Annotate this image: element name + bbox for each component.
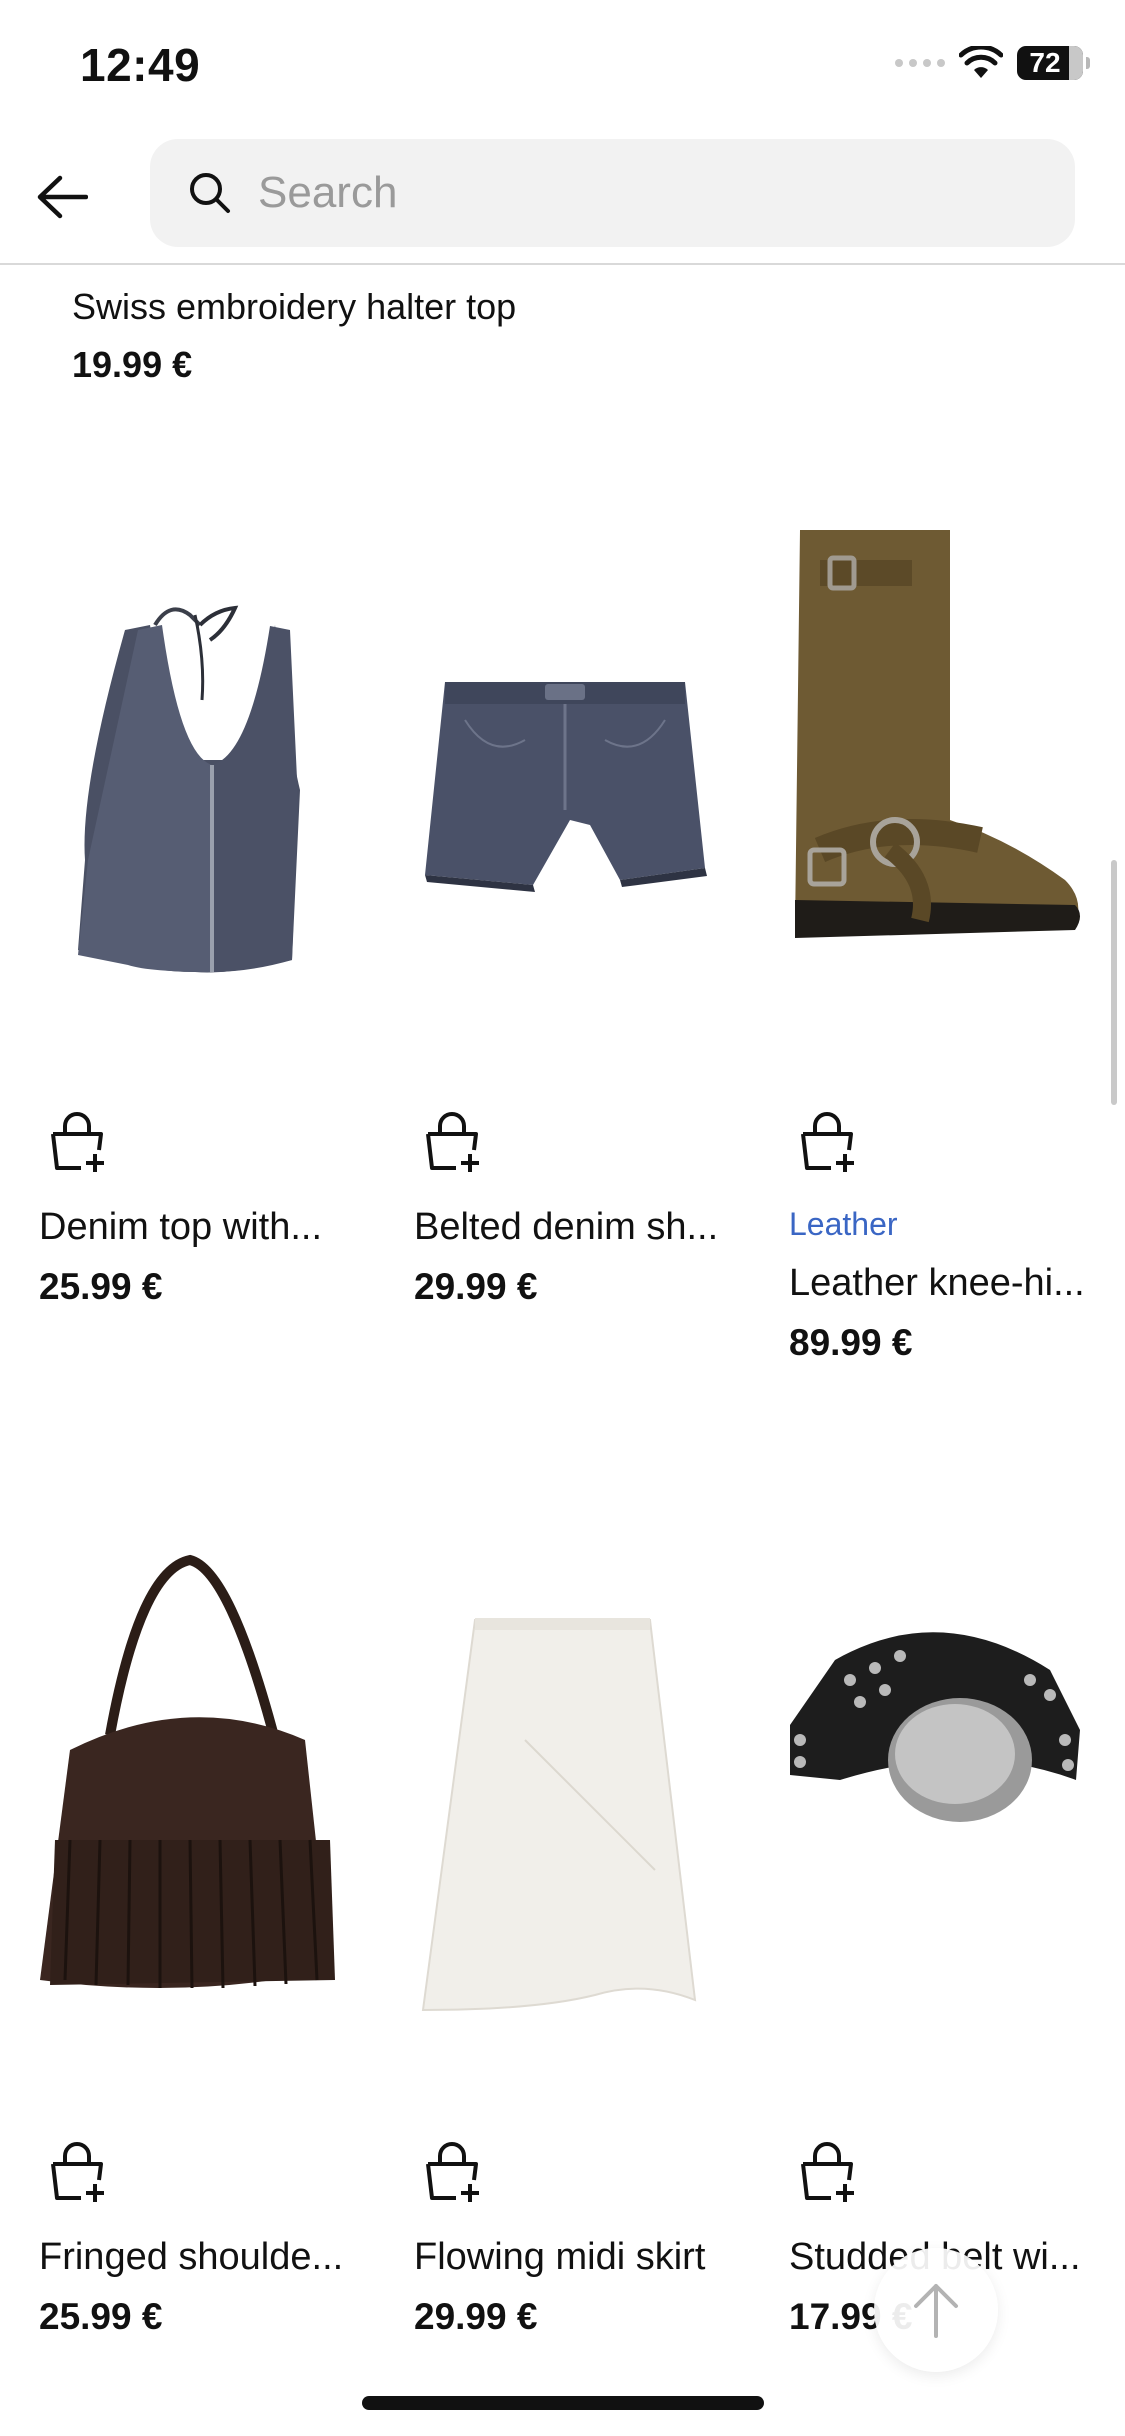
- arrow-left-icon: [37, 175, 88, 219]
- product-card[interactable]: Flowing midi skirt 29.99 €: [405, 1540, 765, 2340]
- add-to-bag-button[interactable]: [420, 2140, 484, 2204]
- product-image-fringed-bag[interactable]: [30, 1540, 390, 2060]
- product-price: 25.99 €: [39, 2296, 163, 2337]
- product-tag: Leather: [789, 1206, 898, 1242]
- wifi-icon: [959, 46, 1003, 78]
- add-to-bag-button[interactable]: [45, 1110, 109, 1174]
- product-name[interactable]: Swiss embroidery halter top: [72, 286, 516, 328]
- product-card[interactable]: Leather Leather knee-hi... 89.99 €: [780, 520, 1125, 1370]
- add-to-bag-button[interactable]: [45, 2140, 109, 2204]
- product-name[interactable]: Belted denim sh...: [414, 1206, 718, 1249]
- back-button[interactable]: [32, 167, 92, 227]
- product-image-denim-shorts[interactable]: [405, 520, 765, 1040]
- search-input[interactable]: [258, 168, 1038, 218]
- arrow-up-icon: [914, 2284, 958, 2338]
- product-card[interactable]: Fringed shoulde... 25.99 €: [30, 1540, 390, 2340]
- product-card[interactable]: Studded belt wi... 17.99 €: [780, 1540, 1125, 2340]
- product-image-studded-belt[interactable]: [780, 1540, 1125, 2060]
- bag-plus-icon: [801, 2142, 854, 2202]
- back-to-top-button[interactable]: [874, 2248, 998, 2372]
- scroll-indicator[interactable]: [1111, 860, 1117, 1105]
- product-name[interactable]: Leather knee-hi...: [789, 1262, 1085, 1305]
- home-indicator[interactable]: [362, 2396, 764, 2410]
- search-header: [0, 135, 1125, 265]
- product-price: 29.99 €: [414, 1266, 538, 1307]
- search-icon: [186, 169, 234, 217]
- product-image-denim-top[interactable]: [30, 520, 390, 1040]
- status-time: 12:49: [80, 39, 201, 91]
- product-price: 89.99 €: [789, 1322, 913, 1363]
- product-image-leather-boot[interactable]: [780, 520, 1125, 1040]
- product-name[interactable]: Denim top with...: [39, 1206, 322, 1249]
- product-card[interactable]: Belted denim sh... 29.99 €: [405, 520, 765, 1320]
- product-price: 19.99 €: [72, 344, 193, 385]
- battery-level: 72: [1029, 47, 1061, 78]
- bag-plus-icon: [426, 1112, 479, 1172]
- bag-plus-icon: [51, 1112, 104, 1172]
- product-name[interactable]: Flowing midi skirt: [414, 2236, 705, 2279]
- status-icons: 72: [895, 46, 1090, 80]
- product-card[interactable]: Denim top with... 25.99 €: [30, 520, 390, 1320]
- product-image-midi-skirt[interactable]: [405, 1540, 765, 2060]
- battery-icon: 72: [1017, 46, 1090, 80]
- bag-plus-icon: [801, 1112, 854, 1172]
- bag-plus-icon: [426, 2142, 479, 2202]
- cellular-signal-icon: [895, 59, 945, 67]
- product-price: 29.99 €: [414, 2296, 538, 2337]
- search-bar[interactable]: [150, 139, 1075, 247]
- status-bar: 12:49 72: [0, 0, 1125, 135]
- product-name[interactable]: Fringed shoulde...: [39, 2236, 343, 2279]
- add-to-bag-button[interactable]: [795, 2140, 859, 2204]
- product-price: 25.99 €: [39, 1266, 163, 1307]
- bag-plus-icon: [51, 2142, 104, 2202]
- add-to-bag-button[interactable]: [795, 1110, 859, 1174]
- add-to-bag-button[interactable]: [420, 1110, 484, 1174]
